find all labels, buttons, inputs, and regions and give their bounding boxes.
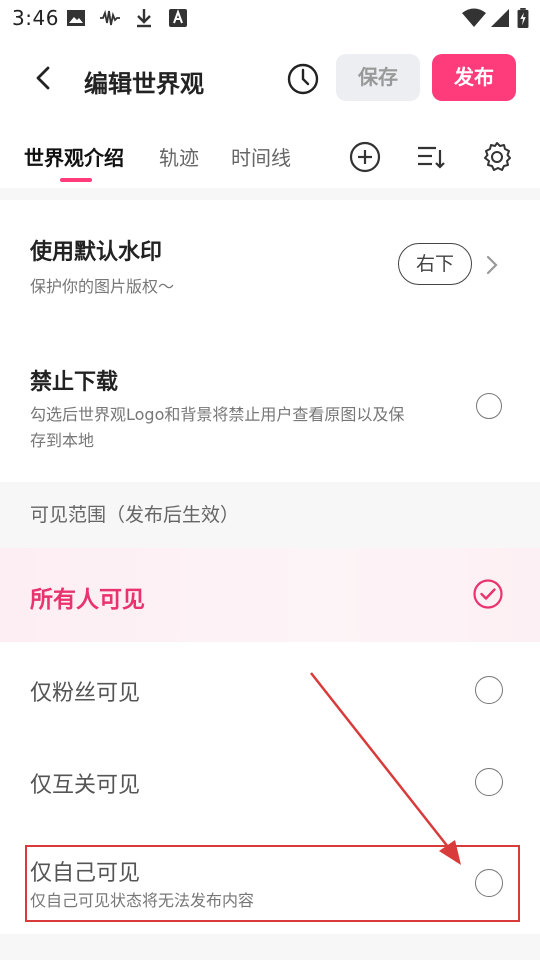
annotation-highlight-box: [25, 845, 520, 922]
visibility-section-header: 可见范围（发布后生效）: [0, 482, 540, 548]
check-circle-icon[interactable]: [472, 578, 504, 610]
status-time: 3:46: [12, 6, 59, 30]
tab-bar: 世界观介绍 轨迹 时间线: [0, 128, 540, 188]
visibility-option-everyone[interactable]: 所有人可见: [0, 548, 540, 642]
chevron-right-icon[interactable]: [482, 252, 502, 278]
signal-icon: [491, 9, 509, 27]
settings-gear-icon[interactable]: [480, 140, 514, 174]
download-icon: [137, 9, 151, 28]
radio-fans[interactable]: [475, 676, 503, 704]
divider: [0, 188, 540, 200]
watermark-title: 使用默认水印: [30, 240, 163, 265]
disable-download-description-line1: 勾选后世界观Logo和背景将禁止用户查看原图以及保: [30, 405, 405, 424]
visibility-option-label: 仅互关可见: [30, 773, 141, 798]
audio-wave-icon: [100, 9, 120, 26]
visibility-option-label: 所有人可见: [30, 587, 145, 613]
watermark-position-button[interactable]: 右下: [398, 243, 472, 285]
active-tab-indicator: [60, 178, 92, 182]
status-bar: 3:46: [0, 0, 540, 36]
visibility-option-label: 仅粉丝可见: [30, 681, 141, 706]
save-button[interactable]: 保存: [336, 54, 420, 101]
visibility-section-label: 可见范围（发布后生效）: [30, 504, 240, 526]
disable-download-description-line2: 存到本地: [30, 431, 95, 450]
tab-timeline[interactable]: 时间线: [231, 142, 291, 171]
radio-mutual[interactable]: [475, 768, 503, 796]
add-circle-icon[interactable]: [348, 140, 382, 174]
top-bar: 编辑世界观 保存 发布: [0, 40, 540, 116]
translate-a-icon: [169, 9, 187, 27]
publish-button[interactable]: 发布: [432, 54, 516, 101]
watermark-subtitle: 保护你的图片版权～: [30, 277, 175, 296]
bottom-spacer: [0, 934, 540, 960]
disable-download-description: 勾选后世界观Logo和背景将禁止用户查看原图以及保 存到本地: [30, 402, 470, 454]
wifi-icon: [462, 8, 486, 27]
disable-download-checkbox[interactable]: [476, 393, 502, 419]
disable-download-title: 禁止下载: [30, 370, 119, 395]
sort-list-icon[interactable]: [414, 140, 448, 174]
history-clock-icon[interactable]: [284, 60, 322, 98]
tab-trajectory[interactable]: 轨迹: [159, 142, 199, 171]
image-icon: [67, 10, 85, 26]
page-title: 编辑世界观: [84, 70, 204, 98]
back-arrow-icon[interactable]: [28, 60, 60, 96]
tab-worldview-intro[interactable]: 世界观介绍: [24, 142, 124, 171]
battery-charging-icon: [517, 8, 529, 28]
